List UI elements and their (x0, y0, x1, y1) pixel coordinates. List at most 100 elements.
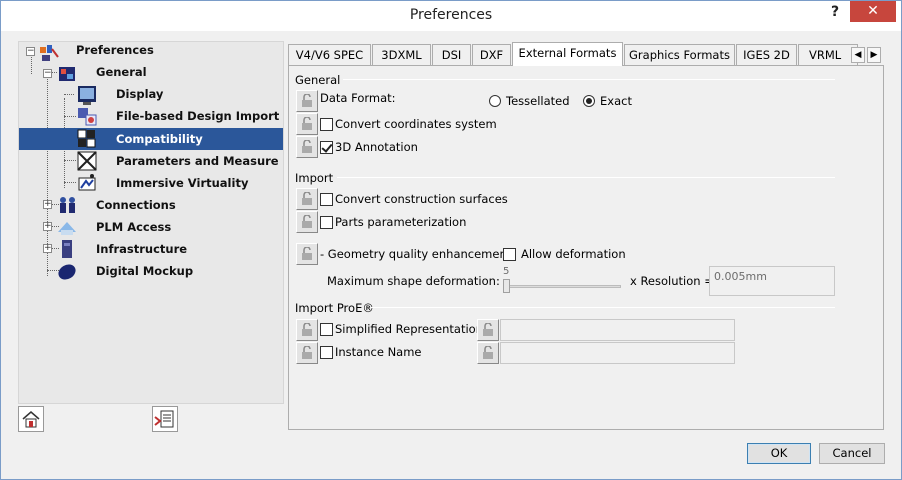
tessellated-radio[interactable] (489, 95, 501, 107)
tessellated-label: Tessellated (506, 94, 570, 108)
simplified-representation-field[interactable] (500, 319, 735, 341)
file-import-icon (78, 108, 97, 126)
lock-icon (302, 247, 312, 260)
tree-item-label: Infrastructure (96, 242, 188, 256)
tab-graphics-formats[interactable]: Graphics Formats (624, 44, 735, 66)
simplified-field-lock-button[interactable] (477, 319, 499, 341)
resolution-field[interactable]: 0.005mm (709, 266, 835, 296)
instance-name-lock-button[interactable] (296, 342, 318, 364)
window-title: Preferences (409, 7, 493, 23)
tree-item-label: File-based Design Import (116, 109, 280, 123)
preferences-tree: − − + + + Preferences General Display Fi… (18, 41, 284, 404)
general-icon (59, 67, 75, 81)
lock-icon (302, 140, 312, 153)
parts-parameterization-label: Parts parameterization (335, 215, 467, 229)
lock-icon (302, 192, 312, 205)
simplified-representation-label: Simplified Representation (335, 322, 484, 336)
import-section-title: Import (295, 171, 334, 185)
tree-item-label: Display (116, 87, 164, 101)
collapse-preferences-toggle[interactable]: − (26, 47, 35, 56)
display-icon (78, 86, 96, 105)
tab-scroll-left-button[interactable]: ◀ (851, 47, 865, 63)
instance-name-label: Instance Name (335, 345, 422, 359)
convert-coordinates-lock-button[interactable] (296, 113, 318, 135)
expand-plm-access-toggle[interactable]: + (43, 222, 52, 231)
tree-item-label: Parameters and Measure (116, 154, 279, 168)
tab-scroll-right-button[interactable]: ▶ (867, 47, 881, 63)
expand-connections-toggle[interactable]: + (43, 200, 52, 209)
tree-item-label: PLM Access (96, 220, 172, 234)
3d-annotation-label: 3D Annotation (335, 140, 418, 154)
construction-surfaces-label: Convert construction surfaces (335, 192, 508, 206)
simplified-representation-lock-button[interactable] (296, 319, 318, 341)
resolution-label: x Resolution = (630, 274, 714, 288)
help-button[interactable]: ? (831, 4, 839, 20)
lock-icon (302, 117, 312, 130)
instance-name-field[interactable] (500, 342, 735, 364)
instance-name-checkbox[interactable] (320, 346, 333, 359)
lock-icon (302, 323, 312, 336)
dump-parameters-button[interactable] (152, 406, 178, 432)
cancel-button[interactable]: Cancel (819, 443, 885, 464)
tab-dxf[interactable]: DXF (472, 44, 511, 66)
tab-v4v6-spec[interactable]: V4/V6 SPEC (288, 44, 371, 66)
tab-iges-2d[interactable]: IGES 2D (736, 44, 797, 66)
import-proe-section-title: Import ProE® (295, 301, 374, 315)
digital-mockup-icon (58, 264, 76, 280)
close-button[interactable]: ✕ (850, 1, 896, 22)
max-shape-deformation-label: Maximum shape deformation: (327, 274, 500, 288)
home-icon (22, 411, 40, 428)
expand-infrastructure-toggle[interactable]: + (43, 244, 52, 253)
construction-surfaces-checkbox[interactable] (320, 193, 333, 206)
tab-vrml[interactable]: VRML (798, 44, 858, 66)
allow-deformation-checkbox[interactable] (503, 248, 516, 261)
parameters-icon (77, 151, 97, 171)
collapse-general-toggle[interactable]: − (43, 69, 52, 78)
plm-access-icon (58, 222, 76, 235)
lock-icon (302, 346, 312, 359)
preferences-dialog: Preferences ? ✕ − − + + + Preferences Ge… (0, 0, 902, 480)
slider-thumb[interactable] (503, 279, 510, 293)
convert-coordinates-label: Convert coordinates system (335, 117, 497, 131)
tab-external-formats[interactable]: External Formats (512, 42, 623, 66)
ok-button[interactable]: OK (747, 443, 811, 464)
tree-item-label: Compatibility (116, 132, 203, 146)
max-shape-deformation-slider[interactable] (503, 285, 621, 288)
exact-radio[interactable] (583, 95, 595, 107)
general-section-title: General (295, 73, 341, 87)
data-format-label: Data Format: (320, 91, 396, 105)
reset-home-button[interactable] (18, 406, 44, 432)
parts-parameterization-checkbox[interactable] (320, 216, 333, 229)
convert-coordinates-checkbox[interactable] (320, 118, 333, 131)
connections-icon (60, 197, 75, 213)
infrastructure-icon (62, 240, 72, 258)
geometry-quality-label: - Geometry quality enhancement: (320, 247, 516, 261)
allow-deformation-label: Allow deformation (521, 247, 626, 261)
immersive-icon (78, 174, 96, 191)
geometry-quality-lock-button[interactable] (296, 243, 318, 265)
construction-surfaces-lock-button[interactable] (296, 188, 318, 210)
preferences-icon (40, 45, 59, 61)
external-formats-panel: General Data Format: Tessellated Exact C… (288, 65, 884, 430)
instance-field-lock-button[interactable] (477, 342, 499, 364)
tree-item-label: Connections (96, 198, 176, 212)
lock-icon (302, 215, 312, 228)
3d-annotation-lock-button[interactable] (296, 136, 318, 158)
tree-item-label: Preferences (76, 43, 154, 57)
tree-item-label: General (96, 65, 147, 79)
exact-label: Exact (600, 94, 632, 108)
dump-parameters-icon (154, 410, 174, 428)
tab-3dxml[interactable]: 3DXML (372, 44, 431, 66)
tab-dsi[interactable]: DSI (432, 44, 471, 66)
compatibility-icon (77, 129, 96, 148)
tree-item-label: Immersive Virtuality (116, 176, 249, 190)
lock-icon (483, 346, 493, 359)
data-format-lock-button[interactable] (296, 90, 318, 112)
parts-parameterization-lock-button[interactable] (296, 211, 318, 233)
title-bar: Preferences ? ✕ (1, 1, 901, 31)
slider-value-label: 5 (503, 266, 510, 277)
lock-icon (483, 323, 493, 336)
3d-annotation-checkbox[interactable] (320, 141, 333, 154)
simplified-representation-checkbox[interactable] (320, 323, 333, 336)
tab-strip: V4/V6 SPEC 3DXML DSI DXF External Format… (288, 42, 866, 66)
